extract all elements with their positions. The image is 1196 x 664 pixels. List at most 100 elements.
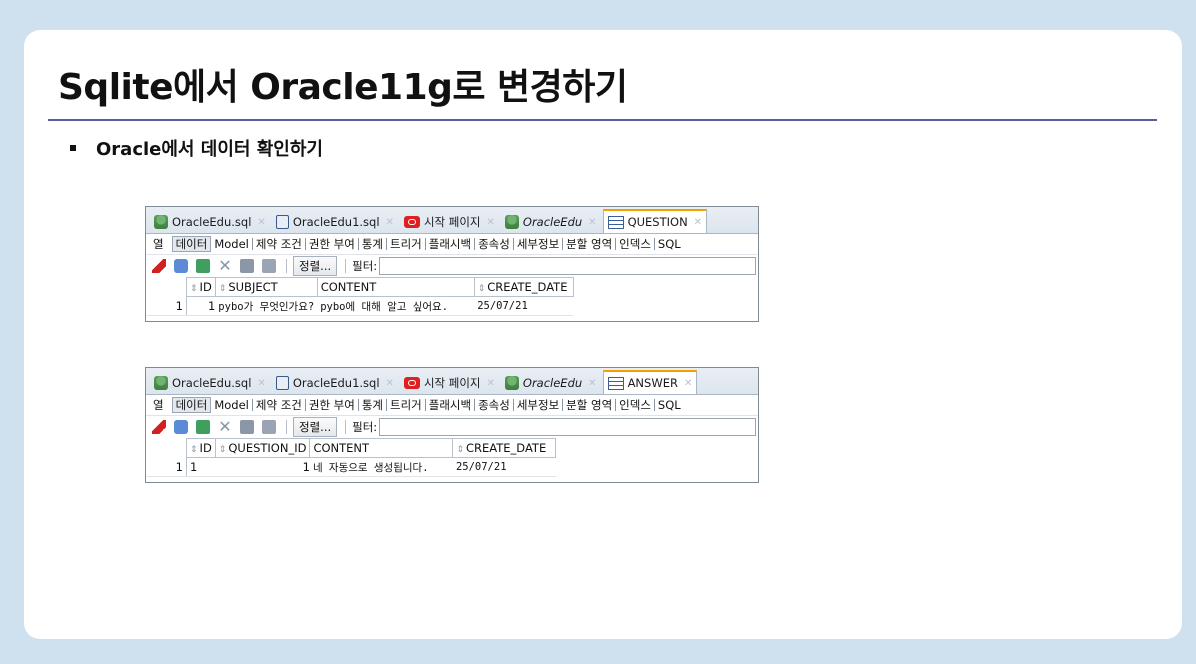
cell-question-id[interactable]: 1 (215, 457, 310, 477)
pin-icon[interactable] (152, 420, 166, 434)
menu-columns[interactable]: 열 (150, 399, 172, 411)
sort-icon: ⇕ (218, 445, 227, 455)
slide: Sqlite에서 Oracle11g로 변경하기 Oracle에서 데이터 확인… (24, 30, 1182, 639)
menu-indexes[interactable]: 인덱스 (616, 238, 655, 250)
close-icon[interactable]: ✕ (694, 217, 702, 228)
menu-statistics[interactable]: 통계 (359, 238, 388, 250)
close-icon[interactable]: ✕ (684, 378, 692, 389)
column-header-id[interactable]: ⇕ ID (186, 277, 216, 297)
cell-subject[interactable]: pybo가 무엇인가요? (215, 296, 318, 316)
insert-row-icon[interactable] (196, 259, 210, 273)
commit-icon[interactable] (240, 259, 254, 273)
rollback-icon[interactable] (262, 420, 276, 434)
title-divider (48, 119, 1157, 121)
tab-start-page[interactable]: 시작 페이지 ✕ (400, 211, 499, 233)
menu-sql[interactable]: SQL (655, 238, 684, 250)
menu-columns[interactable]: 열 (150, 238, 172, 250)
menu-statistics[interactable]: 통계 (359, 399, 388, 411)
filter-label: 필터: (352, 420, 378, 434)
close-icon[interactable]: ✕ (487, 217, 495, 228)
sort-icon: ⇕ (218, 284, 227, 294)
pin-icon[interactable] (152, 259, 166, 273)
header-row: ⇕ ID ⇕ QUESTION_ID CONTENT ⇕ CREATE_DATE (146, 438, 557, 458)
rownum-header (146, 277, 187, 297)
object-menu-bar: 열 데이터 Model 제약 조건 권한 부여 통계 트리거 플래시백 종속성 … (146, 395, 758, 416)
menu-dependencies[interactable]: 종속성 (475, 238, 514, 250)
tab-oracleedu-sql[interactable]: OracleEdu.sql ✕ (150, 211, 270, 233)
rollback-icon[interactable] (262, 259, 276, 273)
bullet-text: Oracle에서 데이터 확인하기 (96, 139, 323, 160)
close-icon[interactable]: ✕ (257, 217, 265, 228)
editor-tab-bar: OracleEdu.sql ✕ OracleEdu1.sql ✕ 시작 페이지 ✕ O… (146, 207, 758, 234)
column-header-create-date[interactable]: ⇕ CREATE_DATE (473, 277, 574, 297)
column-header-subject[interactable]: ⇕ SUBJECT (214, 277, 318, 297)
menu-dependencies[interactable]: 종속성 (475, 399, 514, 411)
column-header-id[interactable]: ⇕ ID (186, 438, 216, 458)
close-icon[interactable]: ✕ (386, 378, 394, 389)
menu-details[interactable]: 세부정보 (514, 238, 564, 250)
sort-button[interactable]: 정렬... (293, 256, 338, 276)
tab-oracleedu1-sql[interactable]: OracleEdu1.sql ✕ (272, 372, 398, 394)
refresh-icon[interactable] (174, 420, 188, 434)
refresh-icon[interactable] (174, 259, 188, 273)
menu-grants[interactable]: 권한 부여 (306, 238, 359, 250)
tab-oracleedu1-sql[interactable]: OracleEdu1.sql ✕ (272, 211, 398, 233)
table-row[interactable]: 1 1 pybo가 무엇인가요? pybo에 대해 알고 싶어요. 25/07/… (146, 296, 574, 316)
cell-create-date[interactable]: 25/07/21 (474, 296, 574, 316)
column-header-question-id[interactable]: ⇕ QUESTION_ID (214, 438, 311, 458)
menu-constraints[interactable]: 제약 조건 (253, 238, 306, 250)
menu-details[interactable]: 세부정보 (514, 399, 564, 411)
cell-id[interactable]: 1 (186, 296, 216, 316)
tab-oracleedu-sql[interactable]: OracleEdu.sql ✕ (150, 372, 270, 394)
filter-label: 필터: (352, 259, 378, 273)
menu-partitions[interactable]: 분할 영역 (563, 399, 617, 411)
delete-row-icon[interactable]: ✕ (218, 258, 232, 274)
cell-create-date[interactable]: 25/07/21 (452, 457, 556, 477)
tab-start-page[interactable]: 시작 페이지 ✕ (400, 372, 499, 394)
cell-content[interactable]: pybo에 대해 알고 싶어요. (317, 296, 475, 316)
filter-input[interactable] (379, 257, 756, 275)
menu-flashback[interactable]: 플래시백 (426, 399, 476, 411)
menu-data[interactable]: 데이터 (171, 236, 212, 252)
menu-triggers[interactable]: 트리거 (387, 238, 426, 250)
column-header-create-date[interactable]: ⇕ CREATE_DATE (452, 438, 557, 458)
menu-model[interactable]: Model (211, 399, 253, 411)
object-menu-bar: 열 데이터 Model 제약 조건 권한 부여 통계 트리거 플래시백 종속성 … (146, 234, 758, 255)
column-header-content[interactable]: CONTENT (316, 277, 475, 297)
oracle-icon (403, 377, 420, 389)
table-row[interactable]: 1 1 1 네 자동으로 생성됩니다. 25/07/21 (146, 457, 556, 477)
menu-partitions[interactable]: 분할 영역 (563, 238, 617, 250)
editor-tab-bar: OracleEdu.sql ✕ OracleEdu1.sql ✕ 시작 페이지 ✕ O… (146, 368, 758, 395)
sort-icon: ⇕ (477, 284, 486, 294)
close-icon[interactable]: ✕ (386, 217, 394, 228)
column-header-content[interactable]: CONTENT (309, 438, 454, 458)
tab-answer[interactable]: ANSWER ✕ (602, 370, 698, 394)
menu-data[interactable]: 데이터 (171, 397, 212, 413)
cell-content[interactable]: 네 자동으로 생성됩니다. (309, 457, 453, 477)
menu-sql[interactable]: SQL (655, 399, 684, 411)
close-icon[interactable]: ✕ (257, 378, 265, 389)
delete-row-icon[interactable]: ✕ (218, 419, 232, 435)
close-icon[interactable]: ✕ (487, 378, 495, 389)
close-icon[interactable]: ✕ (588, 217, 596, 228)
sql-file-icon (275, 215, 289, 229)
menu-triggers[interactable]: 트리거 (387, 399, 426, 411)
close-icon[interactable]: ✕ (588, 378, 596, 389)
insert-row-icon[interactable] (196, 420, 210, 434)
commit-icon[interactable] (240, 420, 254, 434)
cell-id[interactable]: 1 (186, 457, 216, 477)
tab-oracleedu-connection[interactable]: OracleEdu ✕ (501, 372, 601, 394)
menu-flashback[interactable]: 플래시백 (426, 238, 476, 250)
db-icon (504, 215, 519, 229)
sort-icon: ⇕ (190, 445, 198, 455)
tab-oracleedu-connection[interactable]: OracleEdu ✕ (501, 211, 601, 233)
menu-model[interactable]: Model (211, 238, 253, 250)
filter-input[interactable] (379, 418, 756, 436)
sort-button[interactable]: 정렬... (293, 417, 338, 437)
answer-table-panel: OracleEdu.sql ✕ OracleEdu1.sql ✕ 시작 페이지 ✕ O… (145, 367, 759, 483)
table-icon (607, 215, 624, 229)
tab-question[interactable]: QUESTION ✕ (602, 209, 708, 233)
menu-grants[interactable]: 권한 부여 (306, 399, 359, 411)
menu-indexes[interactable]: 인덱스 (616, 399, 655, 411)
menu-constraints[interactable]: 제약 조건 (253, 399, 306, 411)
